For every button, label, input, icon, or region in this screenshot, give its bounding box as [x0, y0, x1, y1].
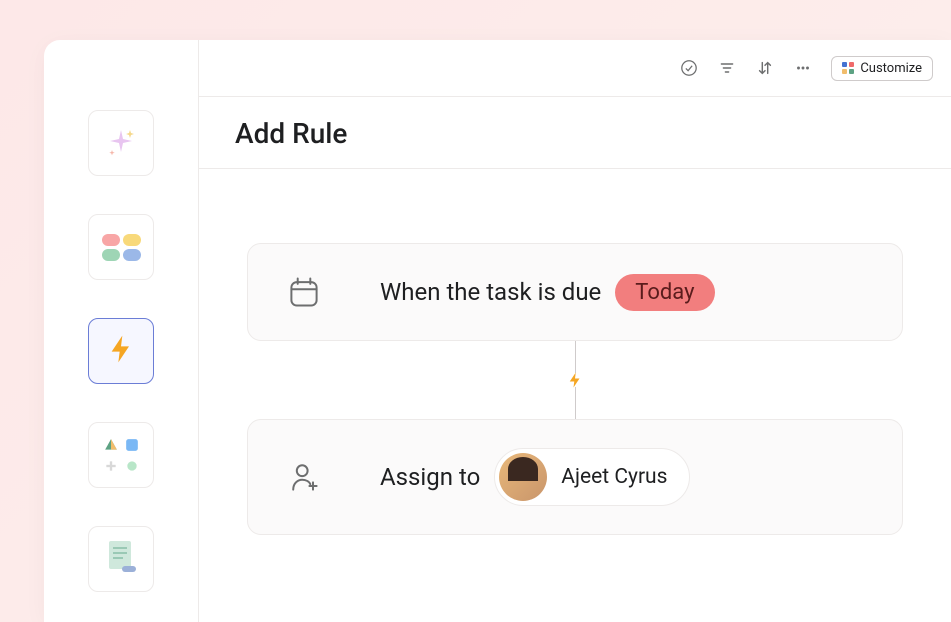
trigger-card[interactable]: When the task is due Today: [247, 243, 903, 341]
avatar: [499, 453, 547, 501]
assign-person-icon: [284, 457, 324, 497]
sidebar: [44, 40, 199, 622]
sparkle-icon: [104, 126, 138, 160]
sidebar-item-sparkle[interactable]: [88, 110, 154, 176]
trigger-content: When the task is due Today: [380, 274, 715, 311]
action-card[interactable]: Assign to Ajeet Cyrus: [247, 419, 903, 535]
sidebar-item-blocks[interactable]: [88, 214, 154, 280]
grid-icon: [842, 62, 854, 74]
sort-icon[interactable]: [755, 58, 775, 78]
filter-icon[interactable]: [717, 58, 737, 78]
sidebar-item-automation[interactable]: [88, 318, 154, 384]
trigger-value-pill[interactable]: Today: [615, 274, 714, 311]
connector-bolt-icon: [566, 371, 584, 389]
trigger-label: When the task is due: [380, 278, 601, 306]
apps-icon: [102, 436, 141, 475]
connector-line: [575, 387, 576, 419]
page-header: Add Rule: [199, 97, 951, 169]
action-label: Assign to: [380, 463, 480, 491]
document-icon: [104, 538, 138, 580]
check-circle-icon[interactable]: [679, 58, 699, 78]
sidebar-item-docs[interactable]: [88, 526, 154, 592]
main-panel: Customize Add Rule When the task is due: [199, 40, 951, 622]
topbar: Customize: [199, 40, 951, 97]
assignee-chip[interactable]: Ajeet Cyrus: [494, 448, 690, 506]
sidebar-item-apps[interactable]: [88, 422, 154, 488]
calendar-icon: [284, 272, 324, 312]
assignee-name: Ajeet Cyrus: [561, 465, 667, 489]
app-window: Customize Add Rule When the task is due: [44, 40, 951, 622]
connector-line: [575, 341, 576, 373]
customize-button[interactable]: Customize: [831, 56, 933, 81]
bolt-icon: [105, 333, 137, 369]
blocks-icon: [102, 234, 141, 261]
more-icon[interactable]: [793, 58, 813, 78]
action-content: Assign to Ajeet Cyrus: [380, 448, 690, 506]
customize-label: Customize: [860, 61, 922, 76]
page-title: Add Rule: [235, 117, 915, 150]
rule-canvas: When the task is due Today: [199, 169, 951, 622]
